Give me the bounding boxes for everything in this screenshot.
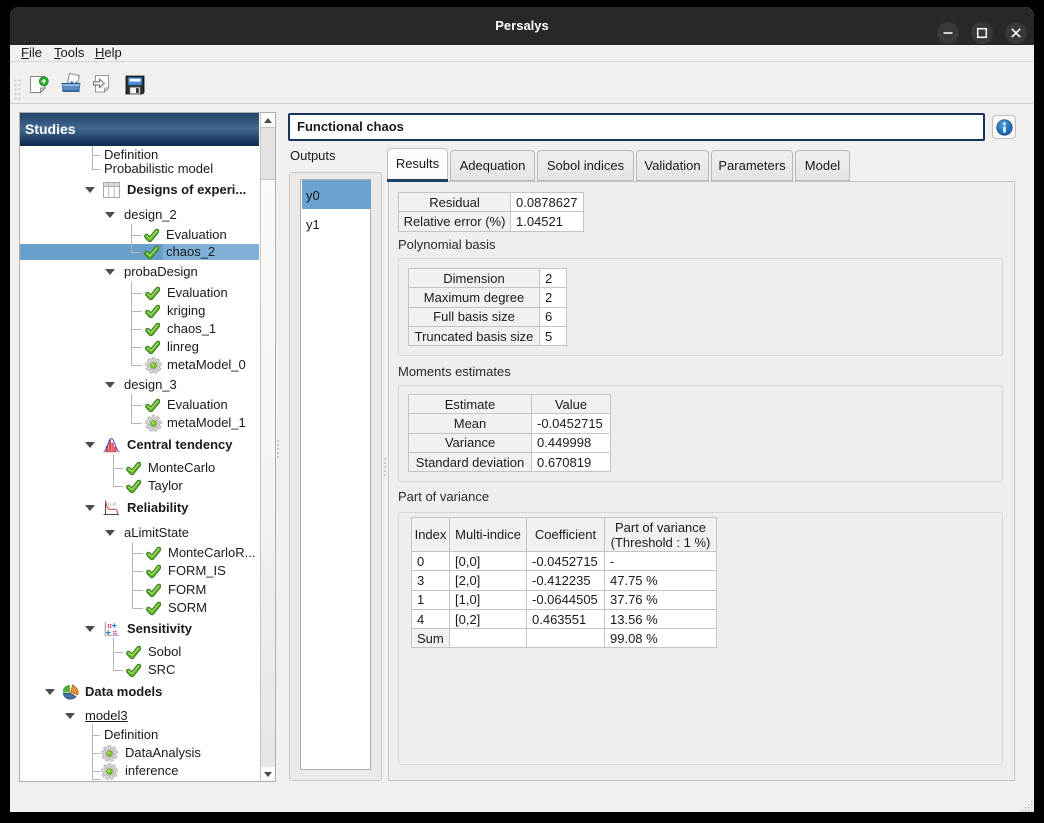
svg-text:G=0: G=0 bbox=[108, 502, 117, 507]
